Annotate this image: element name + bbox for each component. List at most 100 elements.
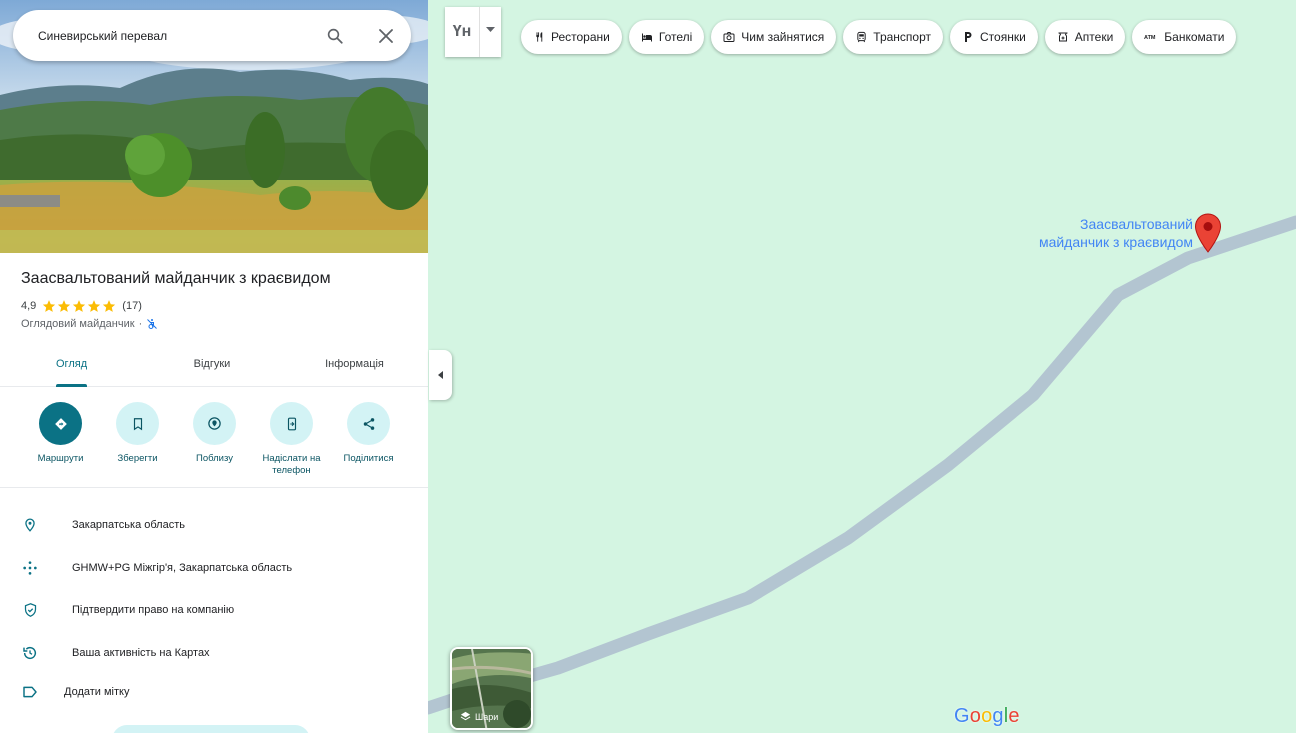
rating-value: 4,9 (21, 300, 37, 312)
info-row-plus-code[interactable]: GHMW+PG Міжгір'я, Закарпатська область (0, 548, 428, 588)
pin-label-line2: майданчик з краєвидом (1038, 234, 1193, 250)
place-panel: Заасвальтований майданчик з краєвидом 4,… (0, 0, 428, 733)
send-to-phone-circle (270, 402, 313, 445)
info-activity-text: Ваша активність на Картах (72, 647, 210, 659)
chip-transit-label: Транспорт (873, 30, 932, 44)
partial-bottom-button[interactable] (112, 725, 310, 733)
search-box (13, 10, 411, 61)
share-circle (347, 402, 390, 445)
star-icon (58, 300, 71, 312)
save-label: Зберегти (117, 453, 158, 464)
star-icon (88, 300, 101, 312)
chip-restaurants[interactable]: Ресторани (521, 20, 622, 54)
tab-overview[interactable]: Огляд (0, 342, 143, 387)
chip-pharmacies-label: Аптеки (1074, 30, 1114, 44)
chip-parking[interactable]: Стоянки (950, 20, 1038, 54)
chip-atms-label: Банкомати (1164, 30, 1225, 44)
close-icon (379, 28, 393, 43)
chip-transit[interactable]: Транспорт (843, 20, 944, 54)
layers-label: Шари (475, 711, 499, 722)
google-logo: Google (954, 705, 1020, 727)
road-line (428, 215, 1296, 715)
reviews-count[interactable]: (17) (122, 300, 142, 312)
tab-about[interactable]: Інформація (281, 342, 428, 386)
chip-pharmacies[interactable]: Аптеки (1044, 20, 1126, 54)
bookmark-icon (133, 417, 142, 430)
place-type-row: Оглядовий майданчик · (21, 318, 158, 330)
rating-row: 4,9 (17) (21, 299, 142, 313)
star-icon (103, 300, 116, 312)
transit-icon (857, 31, 866, 43)
save-circle (116, 402, 159, 445)
search-button[interactable] (309, 10, 361, 61)
info-add-label-text: Додати мітку (64, 686, 130, 698)
layers-button[interactable]: Шари (450, 647, 533, 730)
share-button[interactable]: Поділитися (330, 402, 407, 477)
collapse-panel-button[interactable] (429, 350, 452, 400)
location-pin-icon (25, 518, 35, 532)
label-icon-wrap (21, 683, 39, 701)
share-icon (363, 417, 374, 430)
layers-icon (460, 711, 471, 721)
parking-icon (965, 32, 972, 42)
chip-hotels-label: Готелі (658, 30, 693, 44)
star-icon (43, 300, 56, 312)
not-accessible-icon[interactable] (146, 318, 158, 330)
location-marker-icon (1194, 213, 1222, 253)
search-icon (327, 28, 343, 44)
place-type[interactable]: Оглядовий майданчик (21, 318, 135, 330)
claim-icon-wrap (21, 601, 39, 619)
save-button[interactable]: Зберегти (99, 402, 176, 477)
type-separator: · (138, 318, 143, 330)
label-icon (23, 686, 37, 698)
layers-label-wrap: Шари (460, 711, 498, 722)
map-canvas[interactable]: Үн Ресторани Готелі Чим зайнятися Трансп… (428, 0, 1296, 733)
info-row-add-label[interactable]: Додати мітку (0, 672, 428, 712)
place-tabs: Огляд Відгуки Інформація (0, 342, 428, 387)
divider (0, 487, 428, 488)
star-icon (73, 300, 86, 312)
input-tools-button[interactable]: Үн (445, 7, 501, 57)
info-plus-code-text: GHMW+PG Міжгір'я, Закарпатська область (72, 562, 293, 574)
category-chips: Ресторани Готелі Чим зайнятися Транспорт… (521, 20, 1237, 54)
chip-atms[interactable]: ATM Банкомати (1132, 20, 1237, 54)
directions-circle (39, 402, 82, 445)
clear-search-button[interactable] (361, 10, 411, 61)
map-pin-label[interactable]: Заасвальтований майданчик з краєвидом (988, 215, 1193, 251)
share-label: Поділитися (343, 453, 394, 464)
map-pin[interactable] (1194, 213, 1222, 258)
pin-label-line1: Заасвальтований (1080, 216, 1193, 232)
action-buttons: Маршрути Зберегти Поблизу Надіслати на т… (22, 402, 407, 477)
chip-hotels[interactable]: Готелі (628, 20, 705, 54)
history-icon (23, 646, 37, 660)
chevron-down-icon (486, 27, 495, 32)
info-row-claim-business[interactable]: Підтвердити право на компанію (0, 590, 428, 630)
camera-icon (723, 32, 735, 42)
search-input[interactable] (38, 28, 309, 43)
hotel-icon (641, 33, 652, 41)
chip-things-to-do-label: Чим зайнятися (741, 30, 825, 44)
nearby-button[interactable]: Поблизу (176, 402, 253, 477)
verified-shield-icon (24, 603, 36, 617)
send-to-phone-button[interactable]: Надіслати на телефон (253, 402, 330, 477)
send-to-phone-icon (287, 417, 296, 430)
chip-things-to-do[interactable]: Чим зайнятися (711, 20, 837, 54)
place-title: Заасвальтований майданчик з краєвидом (21, 270, 331, 287)
input-tools-dropdown[interactable] (480, 7, 501, 57)
svg-text:ATM: ATM (1144, 35, 1156, 41)
activity-icon-wrap (21, 644, 39, 662)
directions-label: Маршрути (37, 453, 84, 464)
input-tools-label: Үн (445, 7, 480, 57)
info-row-address[interactable]: Закарпатська область (0, 505, 428, 545)
nearby-label: Поблизу (196, 453, 233, 464)
info-claim-text: Підтвердити право на компанію (72, 604, 235, 616)
directions-icon (54, 417, 67, 430)
plus-code-icon-wrap (21, 559, 39, 577)
address-icon-wrap (21, 516, 39, 534)
tab-reviews[interactable]: Відгуки (143, 342, 281, 386)
info-row-activity[interactable]: Ваша активність на Картах (0, 633, 428, 673)
chip-restaurants-label: Ресторани (551, 30, 610, 44)
directions-button[interactable]: Маршрути (22, 402, 99, 477)
caret-left-icon (437, 371, 443, 379)
info-address-text: Закарпатська область (72, 519, 185, 531)
